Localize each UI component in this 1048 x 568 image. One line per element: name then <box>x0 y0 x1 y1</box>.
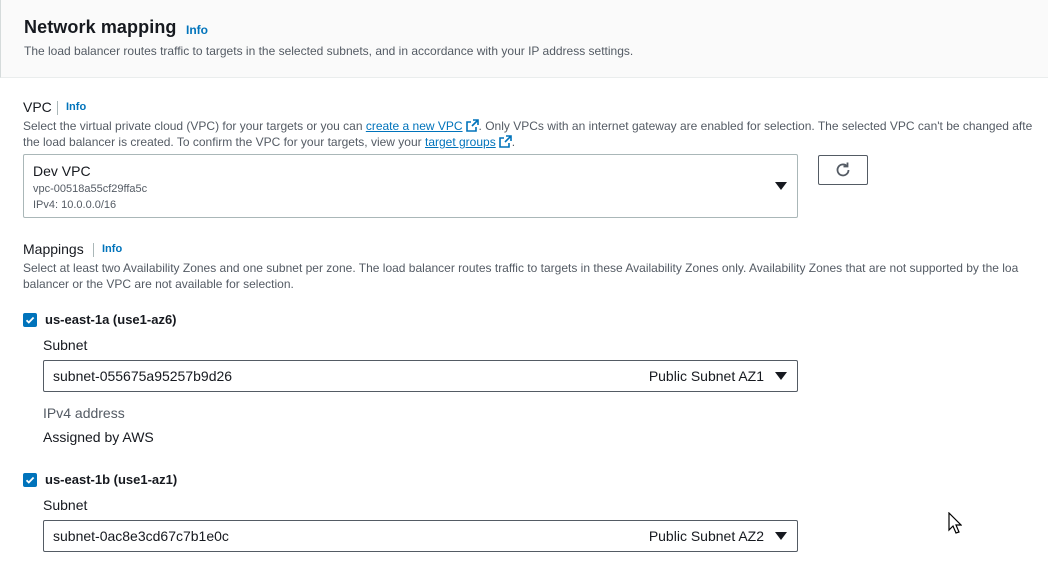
mappings-help-line1: Select at least two Availability Zones a… <box>23 261 1019 275</box>
vpc-help-text: Select the virtual private cloud (VPC) f… <box>23 119 366 133</box>
subnet-select-us-east-1b[interactable]: subnet-0ac8e3cd67c7b1e0c Public Subnet A… <box>43 520 798 552</box>
section-info-link[interactable]: Info <box>186 23 208 37</box>
subnet-select-us-east-1a[interactable]: subnet-055675a95257b9d26 Public Subnet A… <box>43 360 798 392</box>
subnet-label: Subnet <box>43 337 88 353</box>
az-label: us-east-1b (use1-az1) <box>45 472 178 487</box>
vpc-selected-cidr: IPv4: 10.0.0.0/16 <box>33 199 117 211</box>
caret-down-icon <box>775 532 787 540</box>
vpc-help-line2: the load balancer is created. To confirm… <box>23 134 515 150</box>
checkmark-icon <box>25 476 35 484</box>
vpc-selected-id: vpc-00518a55cf29ffa5c <box>33 183 148 195</box>
mappings-help-line2: balancer or the VPC are not available fo… <box>23 277 294 291</box>
vpc-info-link[interactable]: Info <box>66 101 86 113</box>
create-vpc-link[interactable]: create a new VPC <box>366 119 463 133</box>
refresh-icon <box>836 162 850 177</box>
refresh-vpc-button[interactable] <box>818 155 868 185</box>
section-header: Network mapping Info The load balancer r… <box>0 0 1048 78</box>
vpc-select[interactable]: Dev VPC vpc-00518a55cf29ffa5c IPv4: 10.0… <box>23 154 798 218</box>
subnet-name: Public Subnet AZ1 <box>648 368 764 384</box>
ipv4-address-value: Assigned by AWS <box>43 429 154 445</box>
external-link-icon <box>498 135 512 148</box>
checkmark-icon <box>25 316 35 324</box>
subnet-label: Subnet <box>43 497 88 513</box>
caret-down-icon <box>775 372 787 380</box>
vpc-selected-name: Dev VPC <box>33 163 91 179</box>
az-us-east-1a-checkbox[interactable] <box>23 313 37 327</box>
caret-down-icon <box>775 182 787 190</box>
ipv4-address-label: IPv4 address <box>43 405 125 421</box>
external-link-icon <box>465 119 479 132</box>
subnet-name: Public Subnet AZ2 <box>648 528 764 544</box>
vpc-help-text: . Only VPCs with an internet gateway are… <box>478 119 1033 133</box>
az-label: us-east-1a (use1-az6) <box>45 312 177 327</box>
mappings-label: Mappings <box>23 241 84 257</box>
vpc-label: VPC <box>23 99 52 115</box>
vpc-label-divider <box>57 101 58 115</box>
mouse-cursor-icon <box>948 512 962 534</box>
vpc-help-text: the load balancer is created. To confirm… <box>23 135 425 149</box>
az-us-east-1b-checkbox[interactable] <box>23 473 37 487</box>
vpc-help-line1: Select the virtual private cloud (VPC) f… <box>23 118 1032 134</box>
subnet-id: subnet-0ac8e3cd67c7b1e0c <box>53 528 229 544</box>
target-groups-link[interactable]: target groups <box>425 135 496 149</box>
section-description: The load balancer routes traffic to targ… <box>24 44 634 58</box>
mappings-info-link[interactable]: Info <box>102 243 122 255</box>
section-title: Network mapping <box>24 17 177 37</box>
subnet-id: subnet-055675a95257b9d26 <box>53 368 233 384</box>
mappings-label-divider <box>93 243 94 257</box>
vpc-help-text: . <box>511 135 516 149</box>
